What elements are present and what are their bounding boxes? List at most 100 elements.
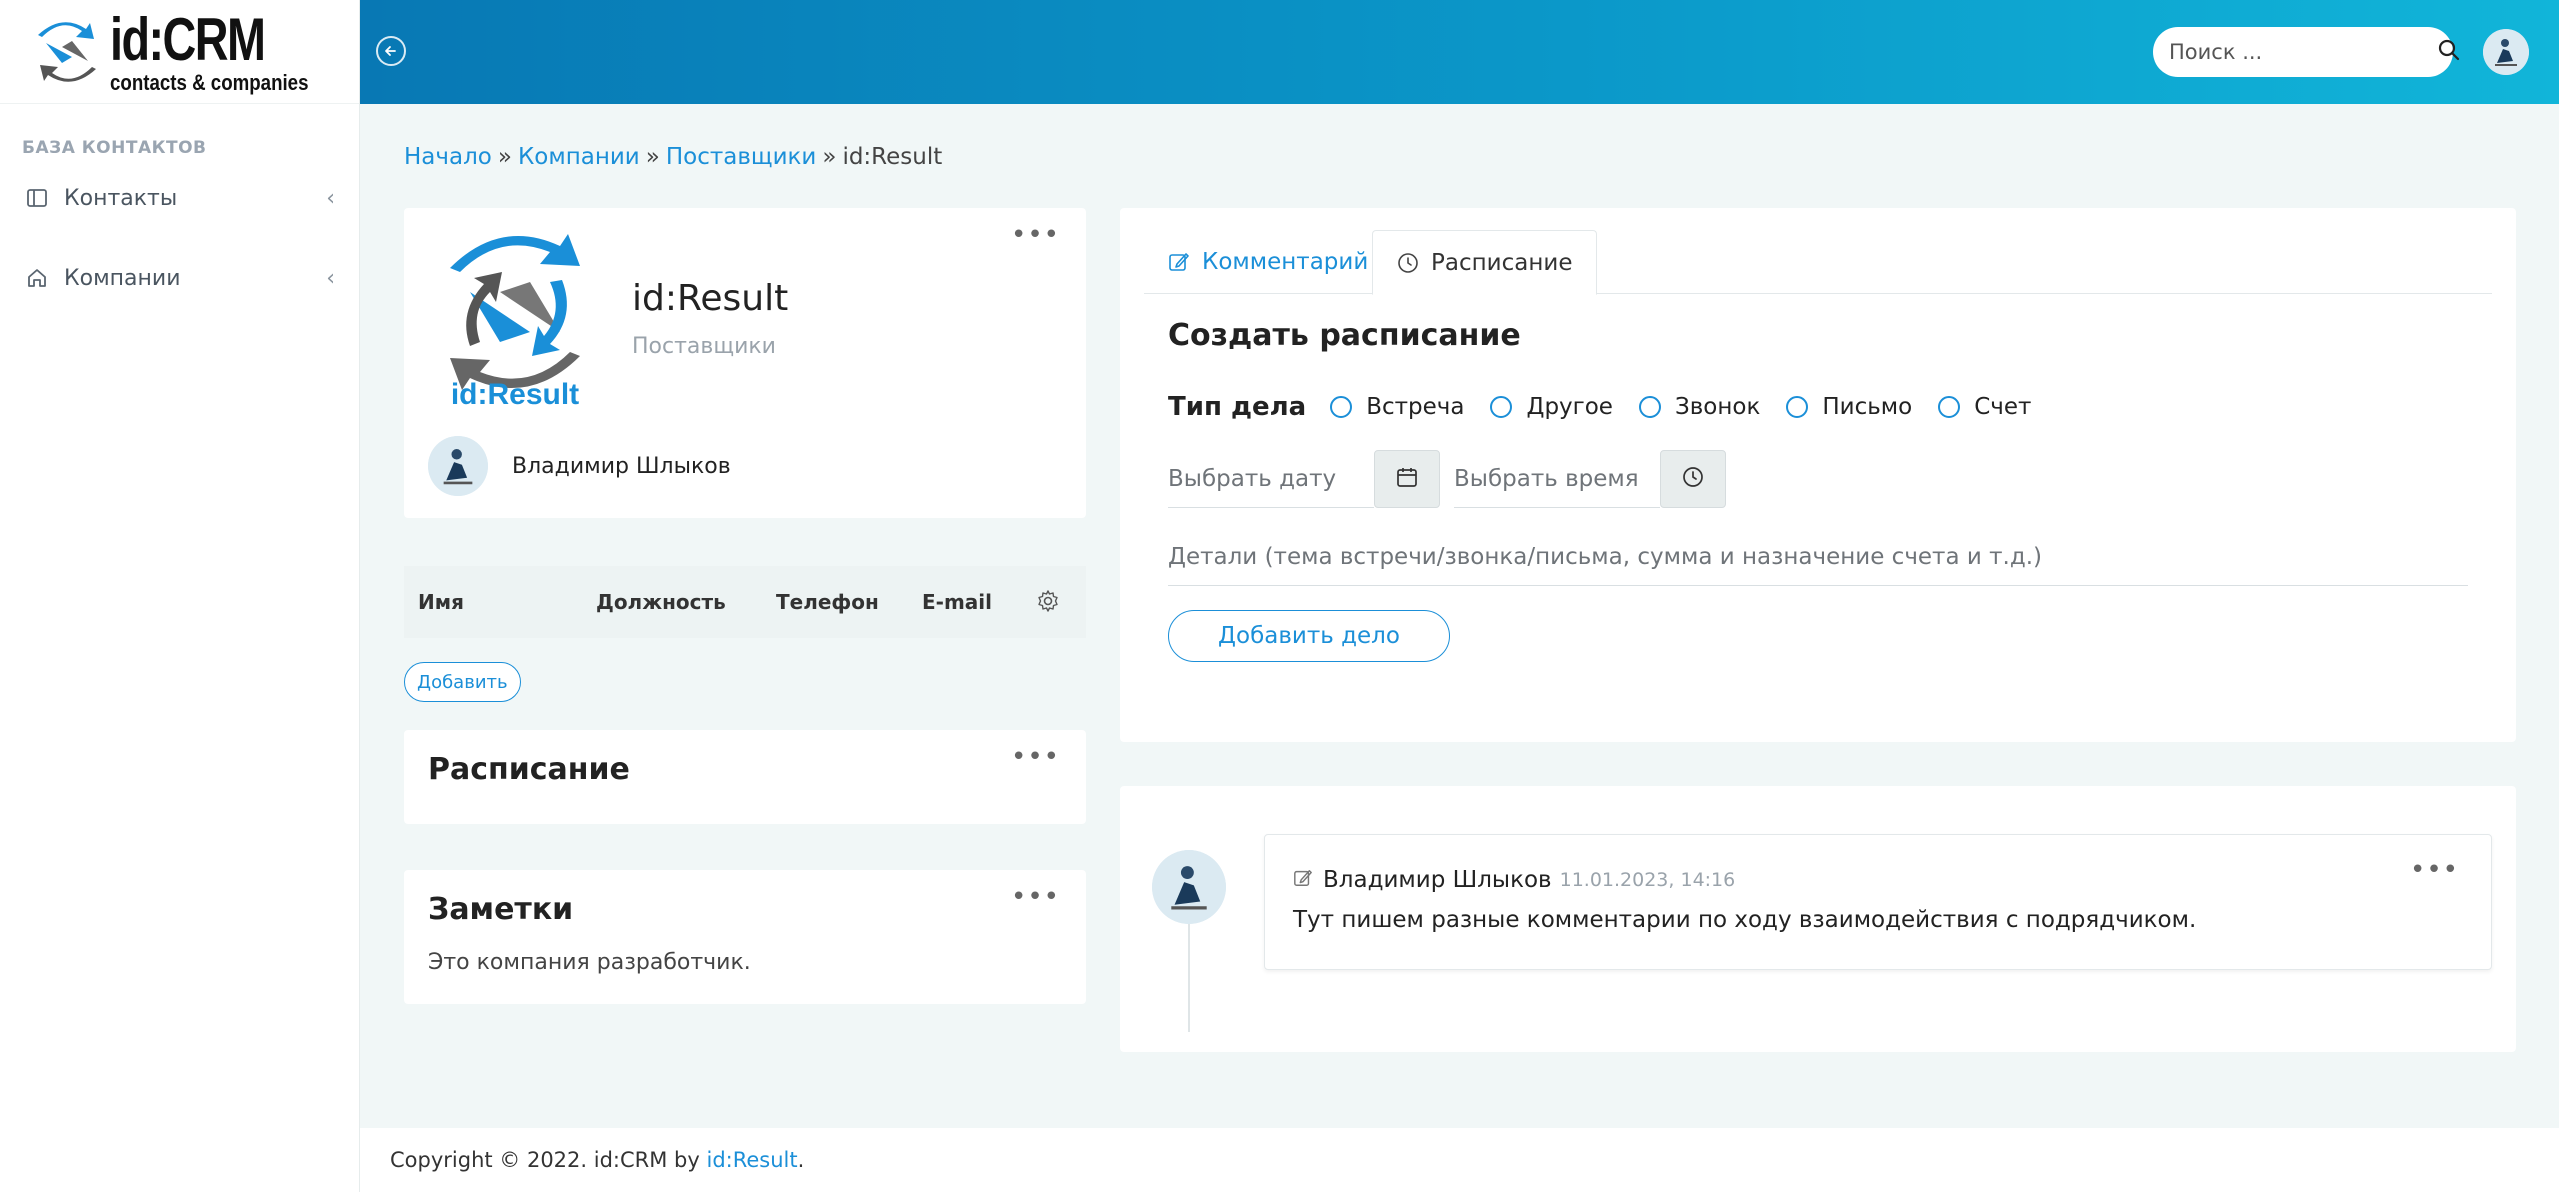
radio-other[interactable]: Другое — [1490, 394, 1613, 420]
sidebar-item-contacts[interactable]: Контакты ‹ — [0, 158, 359, 238]
radio-label: Другое — [1526, 394, 1613, 420]
company-logo-text: id:Result — [451, 378, 579, 411]
brand-subtitle: contacts & companies — [110, 69, 309, 95]
footer-link[interactable]: id:Result — [707, 1148, 798, 1172]
chevron-left-icon: ‹ — [326, 265, 335, 291]
radio-label: Звонок — [1674, 394, 1761, 420]
brand-title: id:CRM — [110, 5, 266, 73]
notes-card: Заметки ••• Это компания разработчик. — [404, 870, 1086, 1004]
clock-icon — [1681, 465, 1705, 493]
more-options-icon[interactable]: ••• — [1011, 744, 1060, 770]
radio-call[interactable]: Звонок — [1638, 394, 1761, 420]
schedule-card: Расписание ••• — [404, 730, 1086, 824]
tab-comment[interactable]: Комментарий — [1144, 230, 1392, 294]
notes-card-title: Заметки — [428, 892, 574, 927]
calendar-button[interactable] — [1374, 450, 1440, 508]
radio-label: Письмо — [1822, 394, 1913, 420]
user-avatar[interactable] — [2483, 29, 2529, 75]
tab-label: Расписание — [1431, 249, 1573, 276]
column-header-phone[interactable]: Телефон — [776, 590, 879, 614]
task-type-group: Тип дела Встреча Другое Звонок Письмо Сч… — [1168, 392, 2057, 422]
tab-label: Комментарий — [1202, 249, 1369, 275]
radio-circle[interactable] — [1938, 396, 1961, 418]
breadcrumb-separator: » — [645, 144, 660, 170]
column-header-name[interactable]: Имя — [418, 590, 464, 614]
more-options-icon[interactable]: ••• — [1011, 884, 1060, 910]
comment-author-avatar — [1152, 850, 1226, 924]
breadcrumb: Начало» Компании» Поставщики» id:Result — [404, 144, 942, 170]
topbar — [360, 0, 2559, 104]
chevron-left-icon: ‹ — [326, 185, 335, 211]
time-picker-button[interactable] — [1660, 450, 1726, 508]
company-owner[interactable]: Владимир Шлыков — [428, 436, 731, 496]
more-options-icon[interactable]: ••• — [1011, 222, 1060, 248]
activity-panel: Комментарий Расписание Создать расписани… — [1120, 208, 2516, 742]
search-icon[interactable] — [2437, 38, 2461, 66]
radio-circle[interactable] — [1786, 396, 1809, 418]
schedule-form-title: Создать расписание — [1168, 318, 1521, 353]
task-type-label: Тип дела — [1168, 392, 1307, 422]
comment-item: ••• Владимир Шлыков 11.01.2023, 14:16 Ту… — [1264, 834, 2492, 970]
brand-logo[interactable]: id:CRM contacts & companies — [0, 0, 359, 104]
timeline-card: ••• Владимир Шлыков 11.01.2023, 14:16 Ту… — [1120, 786, 2516, 1052]
column-header-position[interactable]: Должность — [596, 590, 726, 614]
company-logo: id:Result — [450, 234, 580, 411]
comment-date: 11.01.2023, 14:16 — [1559, 869, 1736, 891]
tab-schedule[interactable]: Расписание — [1372, 230, 1598, 295]
home-icon — [24, 265, 50, 291]
radio-letter[interactable]: Письмо — [1786, 394, 1912, 420]
breadcrumb-home-link[interactable]: Начало — [404, 144, 492, 170]
radio-circle[interactable] — [1490, 396, 1513, 418]
time-field — [1454, 450, 1660, 508]
more-options-icon[interactable]: ••• — [2410, 857, 2459, 883]
column-header-email[interactable]: E-mail — [922, 590, 992, 614]
radio-label: Счет — [1974, 394, 2032, 420]
sidebar-item-label: Компании — [64, 265, 181, 291]
search-input[interactable] — [2169, 40, 2437, 64]
radio-label: Встреча — [1366, 394, 1465, 420]
company-category: Поставщики — [632, 334, 776, 359]
company-name: id:Result — [632, 278, 789, 319]
time-input[interactable] — [1454, 465, 1660, 492]
owner-name: Владимир Шлыков — [512, 453, 731, 479]
edit-icon — [1168, 251, 1190, 273]
radio-meeting[interactable]: Встреча — [1330, 394, 1464, 420]
activity-tabs: Комментарий Расписание — [1144, 230, 2492, 295]
gear-icon[interactable] — [1036, 589, 1060, 618]
date-field — [1168, 450, 1374, 508]
sidebar: id:CRM contacts & companies БАЗА КОНТАКТ… — [0, 0, 360, 1192]
breadcrumb-separator: » — [822, 144, 837, 170]
footer-suffix: . — [797, 1148, 805, 1172]
contacts-table-header: Имя Должность Телефон E-mail — [404, 566, 1086, 638]
breadcrumb-current: id:Result — [842, 144, 943, 170]
calendar-icon — [1395, 465, 1419, 493]
schedule-card-title: Расписание — [428, 752, 630, 787]
date-input[interactable] — [1168, 465, 1374, 492]
comment-author: Владимир Шлыков — [1323, 867, 1552, 893]
sidebar-item-companies[interactable]: Компании ‹ — [0, 238, 359, 318]
sidebar-panel-icon — [24, 185, 50, 211]
radio-invoice[interactable]: Счет — [1938, 394, 2031, 420]
add-task-button[interactable]: Добавить дело — [1168, 610, 1450, 662]
timeline-line — [1188, 920, 1190, 1032]
breadcrumb-suppliers-link[interactable]: Поставщики — [666, 144, 817, 170]
clock-icon — [1397, 252, 1419, 274]
nav-section-title: БАЗА КОНТАКТОВ — [22, 138, 207, 158]
radio-circle[interactable] — [1330, 396, 1353, 418]
radio-circle[interactable] — [1638, 396, 1661, 418]
breadcrumb-separator: » — [497, 144, 512, 170]
company-card: ••• id:Result id:Result Поставщики Влади… — [404, 208, 1086, 518]
notes-text: Это компания разработчик. — [428, 950, 751, 975]
breadcrumb-companies-link[interactable]: Компании — [518, 144, 640, 170]
edit-icon — [1293, 868, 1313, 892]
datetime-row — [1168, 450, 1726, 508]
owner-avatar — [428, 436, 488, 496]
footer: Copyright © 2022. id:CRM by id:Result. — [360, 1128, 2559, 1192]
collapse-sidebar-icon[interactable] — [376, 36, 406, 66]
comment-header: Владимир Шлыков 11.01.2023, 14:16 — [1293, 867, 1735, 893]
details-input[interactable] — [1168, 543, 2468, 570]
search-box — [2153, 27, 2460, 77]
details-field — [1168, 528, 2468, 586]
add-contact-button[interactable]: Добавить — [404, 662, 521, 702]
footer-copyright: Copyright © 2022. id:CRM by — [390, 1148, 700, 1172]
